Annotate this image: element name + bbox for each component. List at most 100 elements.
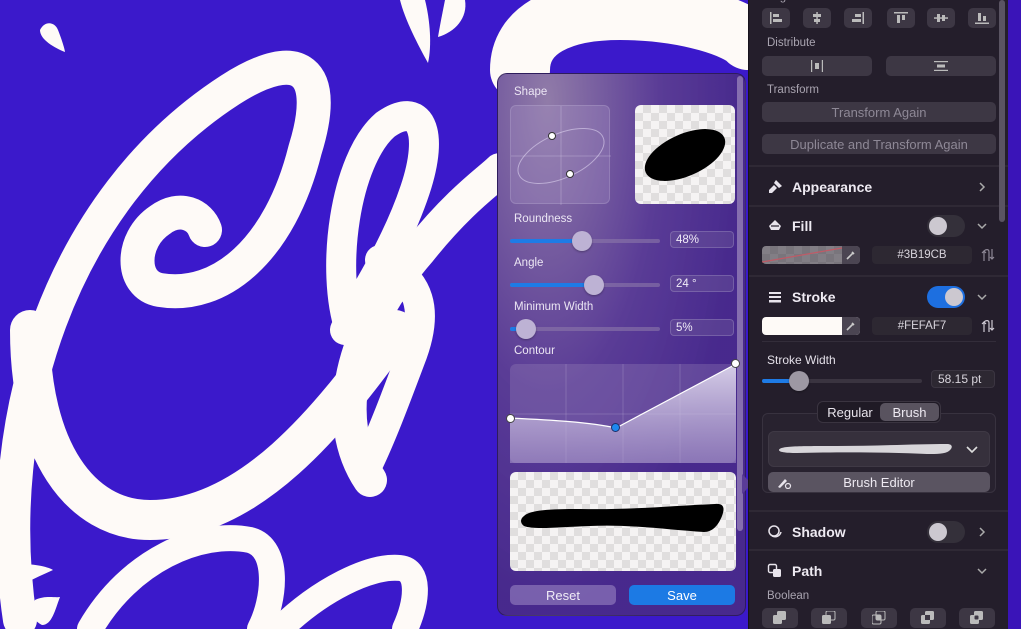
duplicate-transform-again-button[interactable]: Duplicate and Transform Again [762,134,996,154]
segment-regular[interactable]: Regular [820,404,880,420]
brush-settings-icon [778,479,792,489]
popover-scrollbar[interactable] [737,76,743,531]
boolean-union-button[interactable] [762,608,798,628]
align-bottom-button[interactable] [968,8,996,28]
contour-editor[interactable] [506,359,740,463]
roundness-slider[interactable] [510,231,660,251]
stroke-width-field[interactable]: 58.15 pt [931,370,995,388]
align-label: Align [767,0,793,3]
swap-colors-icon[interactable] [981,248,995,262]
stroke-label: Stroke [792,289,836,305]
distribute-vertical-button[interactable] [886,56,996,76]
shape-ellipse-editor[interactable] [510,105,611,205]
brush-style-dropdown[interactable] [768,431,990,467]
fill-chevron-down-icon[interactable] [975,219,989,233]
distribute-horizontal-button[interactable] [762,56,872,76]
fill-label: Fill [792,218,813,234]
boolean-subtract-button[interactable] [811,608,847,628]
stroke-lines-icon [767,289,783,305]
shadow-toggle[interactable] [927,521,965,543]
segment-brush[interactable]: Brush [880,403,939,421]
brush-editor-button[interactable]: Brush Editor [768,472,990,492]
stroke-type-segmented: Regular Brush [817,401,941,423]
stroke-width-label: Stroke Width [767,353,836,367]
path-header[interactable]: Path [767,561,822,581]
save-button[interactable]: Save [629,585,735,605]
boolean-exclude-button[interactable] [959,608,995,628]
union-icon [773,611,786,624]
appearance-header[interactable]: Appearance [767,177,872,197]
align-bottom-icon [975,13,989,24]
align-left-button[interactable] [762,8,790,28]
stroke-toggle[interactable] [927,286,965,308]
align-center-vertical-icon [934,14,948,22]
divider [749,275,1009,277]
fill-header: Fill [767,216,812,236]
boolean-intersect-button[interactable] [861,608,897,628]
roundness-slider-knob[interactable] [572,231,592,251]
reset-button[interactable]: Reset [510,585,616,605]
shape-preview [635,105,735,204]
contour-point-right[interactable] [731,359,740,368]
fill-hex-field[interactable]: #3B19CB [872,246,972,264]
min-width-value-field[interactable]: 5% [670,319,734,336]
boolean-label: Boolean [767,590,810,602]
divider [762,341,996,342]
intersect-icon [872,611,886,625]
brush-shape-popover: Shape Roundness 48% Angle 24 ° Minimum W… [497,73,746,616]
distribute-horizontal-icon [811,60,823,72]
stroke-width-slider-knob[interactable] [789,371,809,391]
angle-label: Angle [514,257,544,269]
path-chevron-down-icon[interactable] [975,564,989,578]
align-center-horizontal-icon [813,12,821,24]
min-width-slider-knob[interactable] [516,319,536,339]
align-top-icon [894,12,908,23]
stroke-eyedropper-button[interactable] [842,317,860,335]
divider [749,205,1009,207]
min-width-label: Minimum Width [514,301,594,313]
chevron-down-icon [965,443,979,457]
appearance-label: Appearance [792,179,873,195]
roundness-value-field[interactable]: 48% [670,231,734,248]
brush-stroke-preview [779,444,952,454]
exclude-icon [970,611,983,624]
transform-label: Transform [767,84,819,96]
angle-value-field[interactable]: 24 ° [670,275,734,292]
shadow-label: Shadow [792,524,846,540]
transform-again-button[interactable]: Transform Again [762,102,996,122]
distribute-vertical-icon [934,61,948,71]
divider [749,510,1009,512]
fill-eyedropper-button[interactable] [842,246,860,264]
brush-icon [767,179,783,195]
swap-colors-icon[interactable] [981,319,995,333]
appearance-chevron-right-icon[interactable] [975,180,989,194]
shape-label: Shape [514,86,548,98]
stroke-header: Stroke [767,287,836,307]
shadow-icon [767,524,783,540]
stroke-chevron-down-icon[interactable] [975,290,989,304]
contour-point-left[interactable] [506,414,515,423]
align-right-button[interactable] [844,8,872,28]
angle-slider-knob[interactable] [584,275,604,295]
min-width-slider[interactable] [510,319,660,339]
fill-toggle[interactable] [927,215,965,237]
align-center-vertical-button[interactable] [927,8,955,28]
shadow-chevron-right-icon[interactable] [975,525,989,539]
shape-handle-bottom[interactable] [566,170,574,178]
align-top-button[interactable] [887,8,915,28]
contour-point-middle[interactable] [611,423,620,432]
path-icon [767,563,783,579]
stroke-width-slider[interactable] [762,371,922,391]
divider [749,165,1009,167]
shadow-header: Shadow [767,522,846,542]
paint-bucket-icon [767,218,783,234]
eyedropper-icon [846,251,855,260]
roundness-label: Roundness [514,213,573,225]
align-center-horizontal-button[interactable] [803,8,831,28]
shape-handle-top[interactable] [548,132,556,140]
angle-slider[interactable] [510,275,660,295]
canvas-edge [1008,0,1021,629]
stroke-hex-field[interactable]: #FEFAF7 [872,317,972,335]
inspector-scrollbar[interactable] [999,0,1005,222]
boolean-difference-button[interactable] [910,608,946,628]
